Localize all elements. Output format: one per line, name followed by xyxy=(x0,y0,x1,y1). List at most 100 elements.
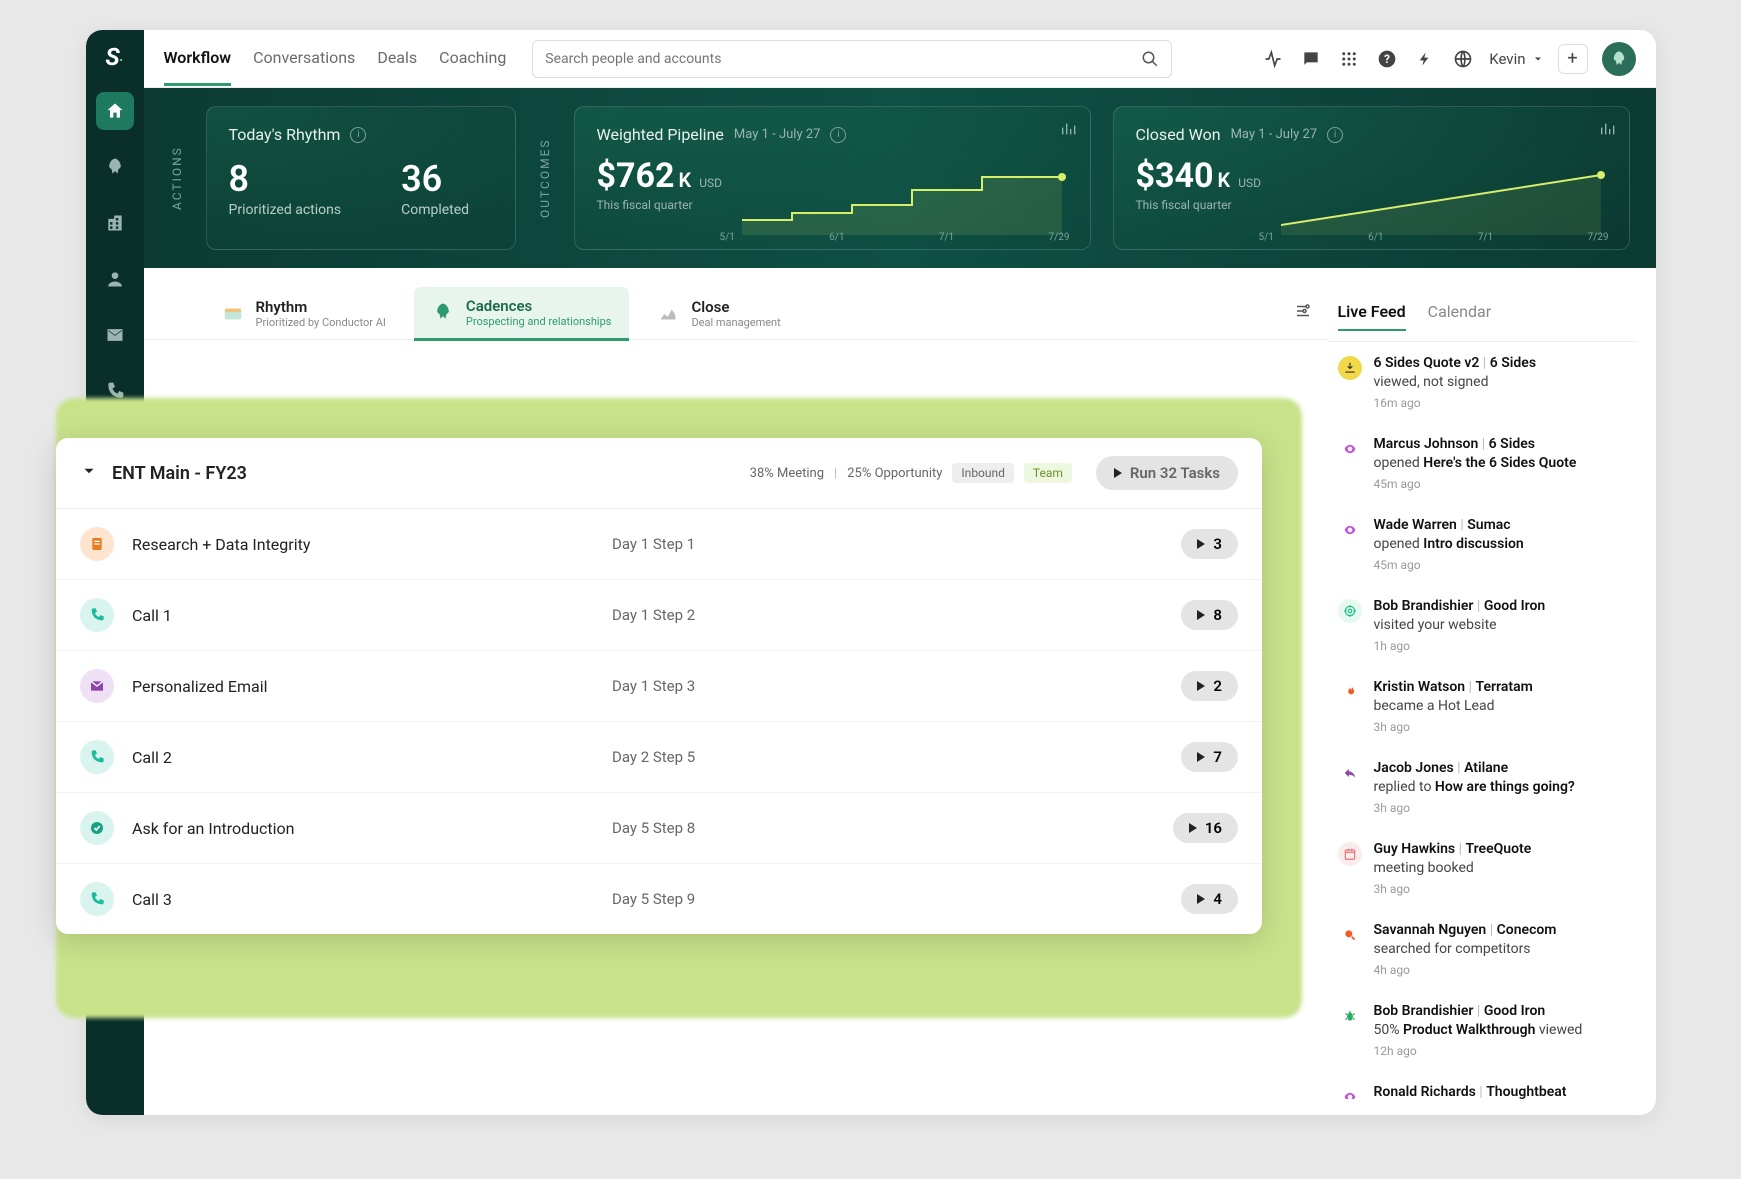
collapse-chevron-icon[interactable] xyxy=(80,462,98,484)
pipeline-range: May 1 - July 27 xyxy=(734,127,821,142)
step-count: 3 xyxy=(1213,535,1222,553)
feed-time: 16m ago xyxy=(1374,395,1537,411)
cadence-step-row[interactable]: Call 1 Day 1 Step 2 8 xyxy=(56,580,1262,651)
section-tab-rhythm[interactable]: RhythmPrioritized by Conductor AI xyxy=(204,288,404,339)
add-button[interactable]: + xyxy=(1558,44,1588,74)
section-tabs: RhythmPrioritized by Conductor AI Cadenc… xyxy=(144,268,1336,340)
play-icon xyxy=(1197,681,1205,691)
feed-time: 3h ago xyxy=(1374,719,1533,735)
bolt-icon[interactable] xyxy=(1413,47,1437,71)
feed-time: 4h ago xyxy=(1374,962,1557,978)
step-count: 7 xyxy=(1213,748,1222,766)
chat-icon[interactable] xyxy=(1299,47,1323,71)
feed-item[interactable]: Bob Brandishier | Good Iron visited your… xyxy=(1328,585,1638,666)
search-box[interactable] xyxy=(532,40,1172,78)
feed-time: 1h ago xyxy=(1374,638,1546,654)
step-name: Ask for an Introduction xyxy=(132,819,612,838)
reply-icon xyxy=(1338,761,1362,785)
feed-body: Bob Brandishier | Good Iron 50% Product … xyxy=(1374,1002,1583,1059)
globe-icon[interactable] xyxy=(1451,47,1475,71)
user-menu[interactable]: Kevin xyxy=(1489,50,1543,68)
step-count-button[interactable]: 16 xyxy=(1173,813,1238,843)
nav-person-icon[interactable] xyxy=(96,260,134,298)
feed-item[interactable]: Savannah Nguyen | Conecom searched for c… xyxy=(1328,909,1638,990)
step-count-button[interactable]: 3 xyxy=(1181,529,1238,559)
feed-item[interactable]: Jacob Jones | Atilane replied to How are… xyxy=(1328,747,1638,828)
run-tasks-button[interactable]: Run 32 Tasks xyxy=(1096,456,1238,490)
tab-coaching[interactable]: Coaching xyxy=(439,48,506,86)
closed-card: Closed WonMay 1 - July 27i $340KUSD This… xyxy=(1113,106,1630,250)
search-input[interactable] xyxy=(545,51,1141,67)
dialpad-icon[interactable] xyxy=(1337,47,1361,71)
rhythm-icon xyxy=(222,303,244,325)
activity-icon[interactable] xyxy=(1261,47,1285,71)
section-tab-cadences[interactable]: CadencesProspecting and relationships xyxy=(414,287,630,341)
actions-vlabel: ACTIONS xyxy=(170,106,184,250)
step-meta: Day 1 Step 3 xyxy=(612,677,1181,695)
feed-item[interactable]: Ronald Richards | Thoughtbeat opened Re:… xyxy=(1328,1071,1638,1099)
app-logo: S. xyxy=(98,40,132,74)
feed-time: 3h ago xyxy=(1374,800,1575,816)
pipeline-card: Weighted PipelineMay 1 - July 27i $762KU… xyxy=(574,106,1091,250)
search-icon xyxy=(1141,50,1159,68)
chevron-down-icon xyxy=(1532,53,1544,65)
nav-building-icon[interactable] xyxy=(96,204,134,242)
feed-item[interactable]: Marcus Johnson | 6 Sides opened Here's t… xyxy=(1328,423,1638,504)
cadence-step-row[interactable]: Ask for an Introduction Day 5 Step 8 16 xyxy=(56,793,1262,864)
close-icon xyxy=(657,303,679,325)
feed-item[interactable]: 6 Sides Quote v2 | 6 Sides viewed, not s… xyxy=(1328,342,1638,423)
step-name: Research + Data Integrity xyxy=(132,535,612,554)
rhythm-title: Today's Rhythm xyxy=(229,125,341,144)
feed-item[interactable]: Guy Hawkins | TreeQuote meeting booked 3… xyxy=(1328,828,1638,909)
closed-unit: K xyxy=(1218,168,1231,192)
nav-home-icon[interactable] xyxy=(96,92,134,130)
step-count-button[interactable]: 4 xyxy=(1181,884,1238,914)
target-icon xyxy=(1338,599,1362,623)
expand-chart-icon[interactable] xyxy=(1060,121,1076,141)
cadence-step-row[interactable]: Personalized Email Day 1 Step 3 2 xyxy=(56,651,1262,722)
step-count-button[interactable]: 7 xyxy=(1181,742,1238,772)
bug-icon xyxy=(1338,1004,1362,1028)
topbar: Workflow Conversations Deals Coaching ? … xyxy=(144,30,1656,88)
feed-item[interactable]: Kristin Watson | Terratam became a Hot L… xyxy=(1328,666,1638,747)
nav-rocket-icon[interactable] xyxy=(96,148,134,186)
help-icon[interactable]: ? xyxy=(1375,47,1399,71)
tab-live-feed[interactable]: Live Feed xyxy=(1338,302,1406,331)
step-count: 8 xyxy=(1213,606,1222,624)
tag-team: Team xyxy=(1024,463,1072,483)
feed-item[interactable]: Bob Brandishier | Good Iron 50% Product … xyxy=(1328,990,1638,1071)
filter-settings-icon[interactable] xyxy=(1294,302,1312,324)
search-icon xyxy=(1338,923,1362,947)
cadence-step-row[interactable]: Call 2 Day 2 Step 5 7 xyxy=(56,722,1262,793)
step-type-icon xyxy=(80,811,114,845)
feed-item[interactable]: Wade Warren | Sumac opened Intro discuss… xyxy=(1328,504,1638,585)
hero-band: ACTIONS Today's Rhythmi 8Prioritized act… xyxy=(144,88,1656,268)
nav-tabs: Workflow Conversations Deals Coaching xyxy=(164,48,507,70)
nav-mail-icon[interactable] xyxy=(96,316,134,354)
prioritized-label: Prioritized actions xyxy=(229,202,342,218)
avatar[interactable] xyxy=(1602,42,1636,76)
step-count-button[interactable]: 2 xyxy=(1181,671,1238,701)
info-icon[interactable]: i xyxy=(1327,127,1343,143)
cadence-step-row[interactable]: Research + Data Integrity Day 1 Step 1 3 xyxy=(56,509,1262,580)
expand-chart-icon[interactable] xyxy=(1599,121,1615,141)
run-label: Run 32 Tasks xyxy=(1130,464,1220,482)
tab-deals[interactable]: Deals xyxy=(377,48,417,86)
step-meta: Day 1 Step 2 xyxy=(612,606,1181,624)
closed-value: $340 xyxy=(1136,156,1214,196)
tab-workflow[interactable]: Workflow xyxy=(164,48,232,86)
info-icon[interactable]: i xyxy=(350,127,366,143)
section-tab-close[interactable]: CloseDeal management xyxy=(639,288,798,339)
cadence-step-row[interactable]: Call 3 Day 5 Step 9 4 xyxy=(56,864,1262,934)
svg-text:?: ? xyxy=(1384,52,1390,66)
tab-conversations[interactable]: Conversations xyxy=(253,48,355,86)
pipeline-unit: K xyxy=(679,168,692,192)
play-icon xyxy=(1197,539,1205,549)
feed-body: Kristin Watson | Terratam became a Hot L… xyxy=(1374,678,1533,735)
right-panel-tabs: Live Feed Calendar xyxy=(1328,284,1638,342)
step-count-button[interactable]: 8 xyxy=(1181,600,1238,630)
tab-calendar[interactable]: Calendar xyxy=(1428,302,1491,331)
feed-body: Savannah Nguyen | Conecom searched for c… xyxy=(1374,921,1557,978)
feed-body: Bob Brandishier | Good Iron visited your… xyxy=(1374,597,1546,654)
info-icon[interactable]: i xyxy=(830,127,846,143)
